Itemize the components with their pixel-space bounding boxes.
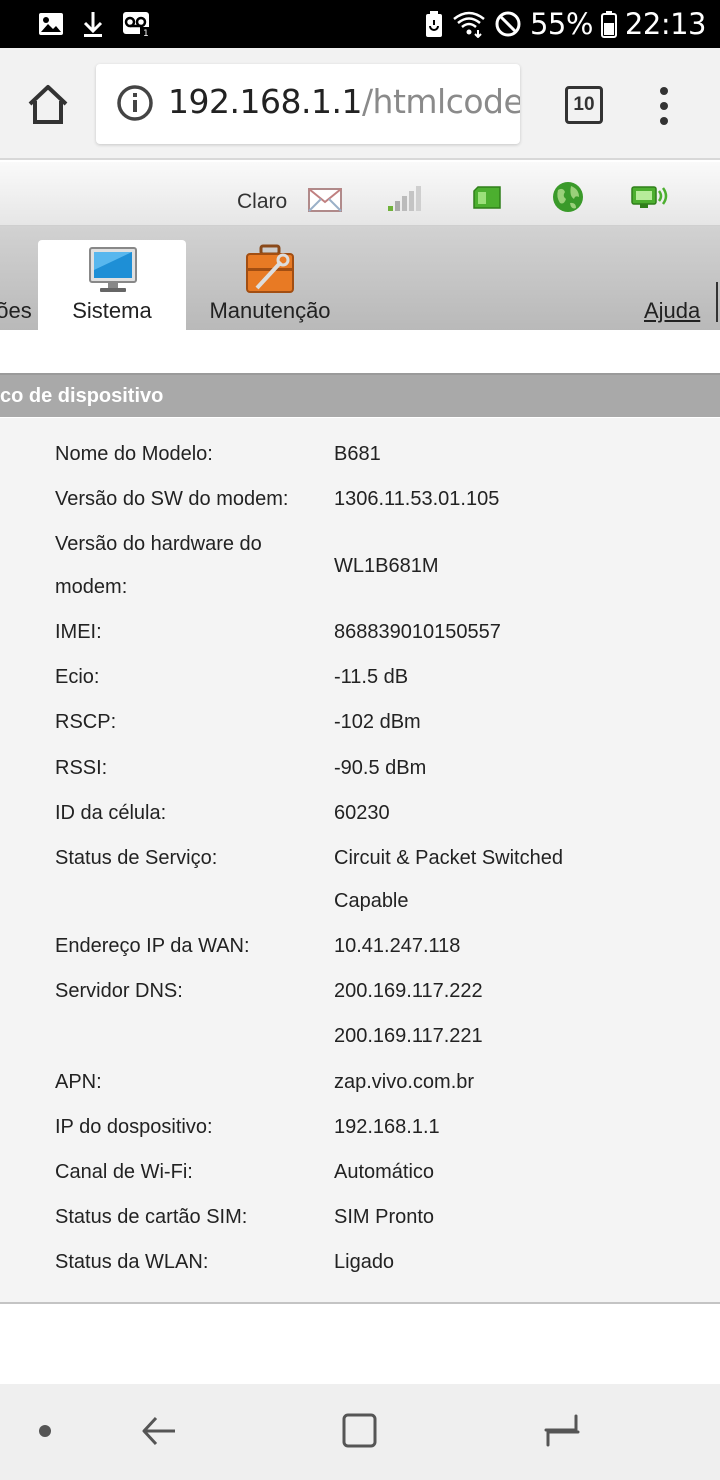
row-label: Ecio: xyxy=(55,666,100,688)
download-icon xyxy=(83,12,103,37)
row-value-continued: Capable xyxy=(334,890,409,912)
row-value: B681 xyxy=(334,443,381,465)
tab-switcher-button[interactable]: 10 xyxy=(565,86,603,124)
image-icon xyxy=(39,13,63,35)
url-text[interactable]: 192.168.1.1/htmlcode/l xyxy=(168,82,520,121)
wifi-icon xyxy=(453,11,485,38)
router-nav-tabs: ões Sistema Manutenção Ajuda xyxy=(0,226,720,330)
row-label: Versão do SW do modem: xyxy=(55,488,289,510)
dot-icon[interactable] xyxy=(38,1424,52,1438)
battery-saver-icon xyxy=(425,11,442,37)
home-square-icon[interactable] xyxy=(340,1411,380,1451)
signal-bars-icon xyxy=(388,186,421,211)
device-info-table: Nome do Modelo: B681 Versão do SW do mod… xyxy=(0,418,720,1304)
row-value: 1306.11.53.01.105 xyxy=(334,488,500,510)
tab-partial-hidden[interactable]: ões xyxy=(0,240,34,330)
row-value: 192.168.1.1 xyxy=(334,1116,440,1138)
row-value: 868839010150557 xyxy=(334,621,501,643)
help-link[interactable]: Ajuda xyxy=(644,298,700,324)
do-not-disturb-icon xyxy=(495,11,521,37)
row-label-continued: modem: xyxy=(55,576,128,598)
clock: 22:13 xyxy=(624,7,707,41)
android-navigation-bar xyxy=(0,1384,720,1480)
row-value: 10.41.247.118 xyxy=(334,935,461,957)
battery-icon xyxy=(600,11,617,38)
battery-percent: 55% xyxy=(529,7,593,41)
nav-separator xyxy=(716,282,718,322)
sim-card-icon xyxy=(473,186,501,209)
row-label: Status da WLAN: xyxy=(55,1251,209,1273)
row-label: Versão do hardware do xyxy=(55,533,262,555)
monitor-icon xyxy=(89,247,137,292)
wifi-device-icon xyxy=(631,186,668,208)
info-icon[interactable] xyxy=(116,84,154,122)
voicemail-icon: 1 xyxy=(123,12,151,37)
row-value: SIM Pronto xyxy=(334,1206,435,1228)
home-button[interactable] xyxy=(22,82,74,126)
row-label: ID da célula: xyxy=(55,802,167,824)
sms-envelope-icon[interactable] xyxy=(308,188,342,212)
tab-partial-label: ões xyxy=(0,298,32,323)
row-label: Status de Serviço: xyxy=(55,847,218,869)
row-label: Nome do Modelo: xyxy=(55,443,213,465)
row-label: RSCP: xyxy=(55,711,117,733)
recents-icon[interactable] xyxy=(542,1412,582,1448)
tab-sistema[interactable]: Sistema xyxy=(38,240,186,330)
router-status-strip: Claro xyxy=(0,162,720,226)
row-label: RSSI: xyxy=(55,757,108,779)
row-value: -11.5 dB xyxy=(334,666,409,688)
row-value: zap.vivo.com.br xyxy=(334,1071,475,1093)
more-vert-icon xyxy=(660,87,668,125)
status-bar: 1 55% 22:13 xyxy=(0,0,720,48)
row-label: APN: xyxy=(55,1071,102,1093)
row-value: 200.169.117.222 xyxy=(334,980,483,1002)
row-label: Servidor DNS: xyxy=(55,980,183,1002)
url-host: 192.168.1.1 xyxy=(168,82,362,121)
svg-text:1: 1 xyxy=(143,29,149,37)
row-label: Status de cartão SIM: xyxy=(55,1206,248,1228)
address-bar[interactable]: 192.168.1.1/htmlcode/l xyxy=(96,64,520,144)
row-value: Circuit & Packet Switched xyxy=(334,847,563,869)
carrier-name: Claro xyxy=(237,190,288,213)
row-label: IP do dospositivo: xyxy=(55,1116,213,1138)
row-value: Ligado xyxy=(334,1251,395,1273)
row-label: Canal de Wi-Fi: xyxy=(55,1161,193,1183)
internet-globe-icon xyxy=(553,182,583,212)
tab-sistema-label: Sistema xyxy=(72,298,152,323)
url-path: /htmlcode/l xyxy=(361,82,520,121)
tab-manutencao[interactable]: Manutenção xyxy=(200,240,340,330)
browser-toolbar: 192.168.1.1/htmlcode/l 10 xyxy=(0,48,720,160)
row-value: Automático xyxy=(334,1161,435,1183)
more-menu-button[interactable] xyxy=(656,86,672,126)
row-value: -90.5 dBm xyxy=(334,757,427,779)
row-value: WL1B681M xyxy=(334,555,439,577)
toolbox-icon xyxy=(246,244,294,293)
row-value-continued: 200.169.117.221 xyxy=(334,1025,483,1047)
row-label: Endereço IP da WAN: xyxy=(55,935,250,957)
row-value: 60230 xyxy=(334,802,390,824)
tab-manutencao-label: Manutenção xyxy=(209,298,331,323)
home-icon xyxy=(28,85,68,124)
row-value: -102 dBm xyxy=(334,711,421,733)
back-icon[interactable] xyxy=(140,1412,178,1450)
row-label: IMEI: xyxy=(55,621,102,643)
section-title: co de dispositivo xyxy=(0,373,720,417)
